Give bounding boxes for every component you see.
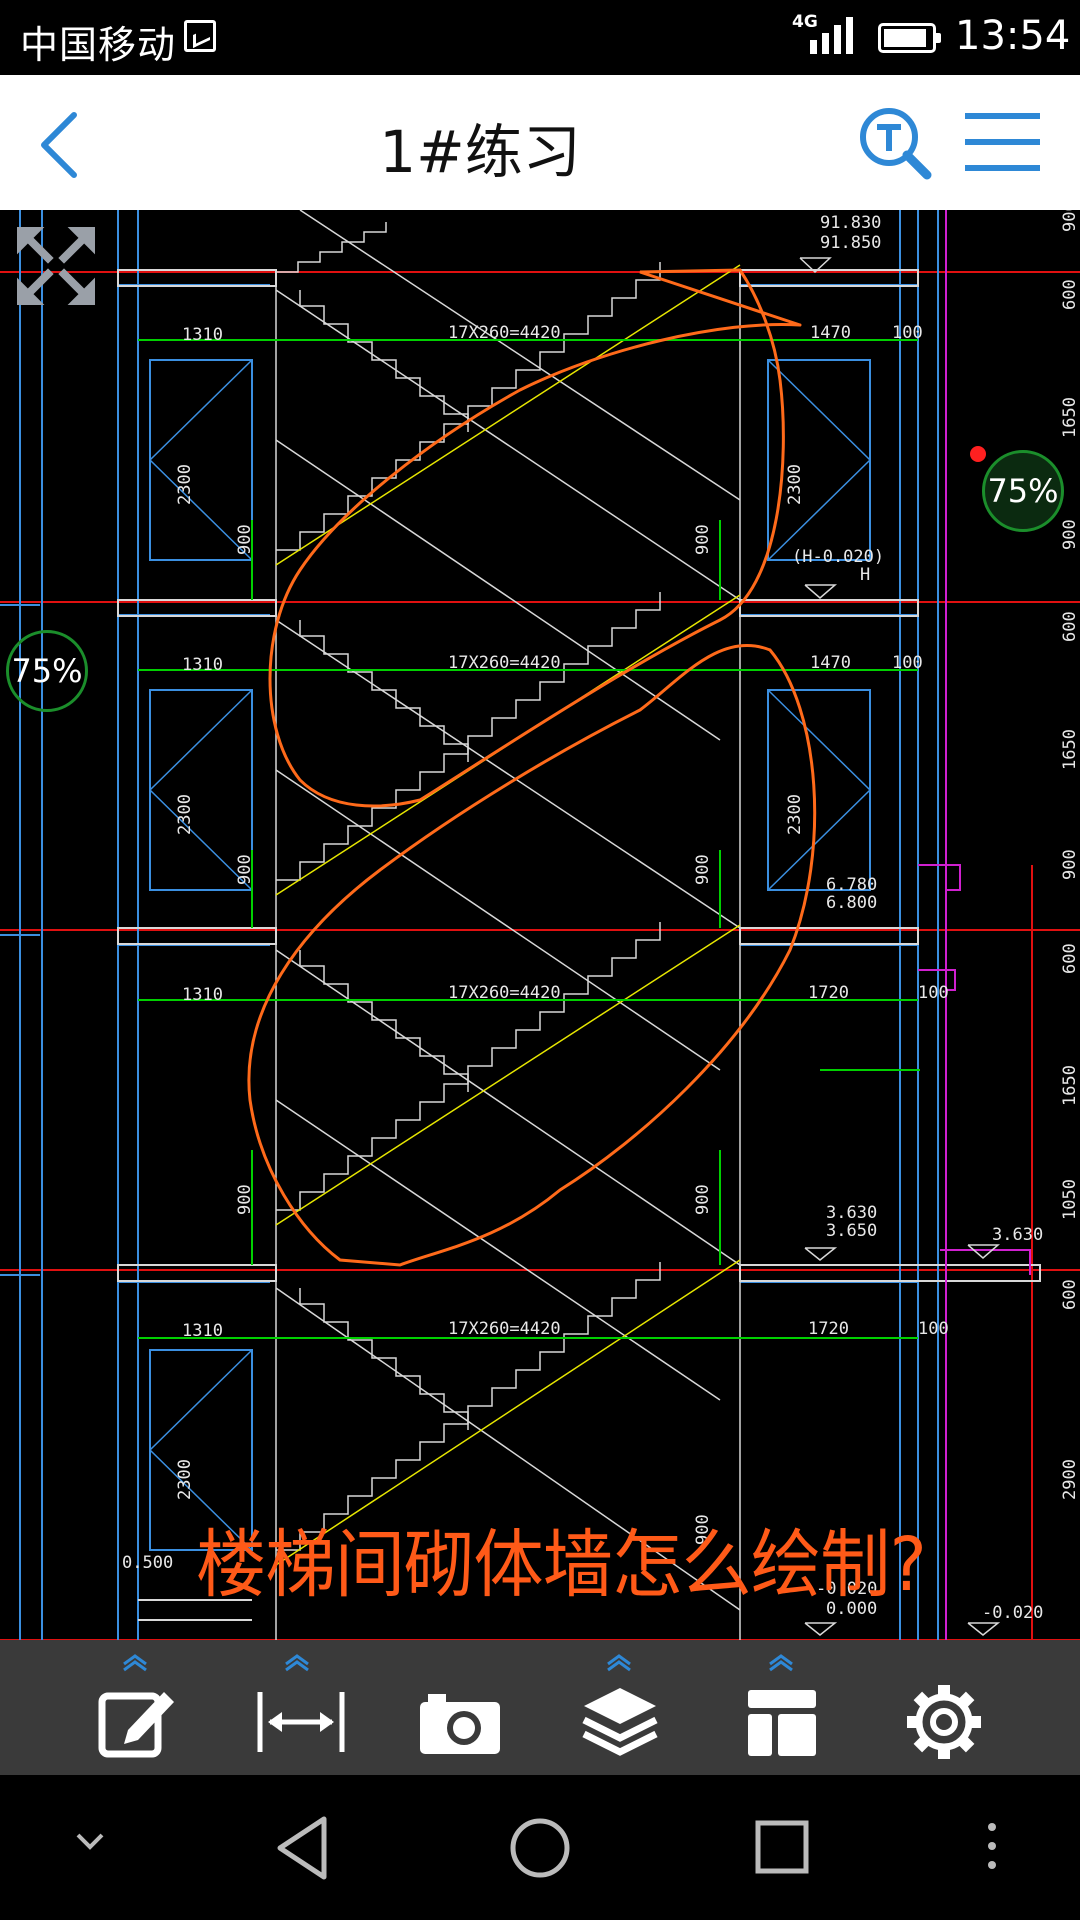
- settings-tool-button[interactable]: [884, 1654, 1004, 1764]
- edit-icon: [98, 1692, 174, 1758]
- dim-label: 900: [1060, 519, 1080, 550]
- measure-tool-button[interactable]: [238, 1654, 358, 1764]
- chevron-up-icon: [607, 1654, 631, 1672]
- battery-icon: [878, 23, 941, 53]
- layers-icon: [582, 1688, 658, 1756]
- elevation-label: 91.850: [820, 233, 881, 253]
- dim-label: 900: [235, 1184, 255, 1215]
- elevation-label: 6.780: [826, 875, 877, 895]
- dim-label: 100: [918, 1319, 949, 1339]
- collapse-icon[interactable]: [70, 1827, 110, 1857]
- dim-label: 100: [892, 323, 923, 343]
- camera-icon: [420, 1694, 500, 1754]
- app-bar: 1#练习: [0, 75, 1080, 210]
- system-nav-bar: [0, 1775, 1080, 1920]
- dim-label: 2300: [175, 464, 195, 505]
- cad-drawing[interactable]: 1310 17X260=4420 1470 100 1310 17X260=44…: [0, 210, 1080, 1640]
- image-notification-icon: [184, 20, 216, 52]
- layout-icon: [748, 1690, 816, 1756]
- dim-label: 900: [235, 854, 255, 885]
- signal-icon: [810, 17, 853, 54]
- drawing-canvas[interactable]: 1310 17X260=4420 1470 100 1310 17X260=44…: [0, 210, 1080, 1640]
- camera-tool-button[interactable]: [400, 1654, 520, 1764]
- stair-spec-label: 17X260=4420: [448, 323, 561, 343]
- dim-label: 600: [1060, 279, 1080, 310]
- stair-spec-label: 17X260=4420: [448, 653, 561, 673]
- elevation-label: H: [860, 565, 870, 585]
- elevation-label: 3.650: [826, 1221, 877, 1241]
- dim-label: 900: [693, 1184, 713, 1215]
- annotation-question-text: 楼梯间砌体墙怎么绘制?: [196, 1522, 927, 1608]
- home-circle-icon[interactable]: [508, 1813, 572, 1883]
- status-bar: 中国移动 4G 13:54: [0, 0, 1080, 75]
- fullscreen-icon[interactable]: [14, 224, 98, 308]
- dim-label: 2900: [1060, 1459, 1080, 1500]
- dim-label: 1720: [808, 1319, 849, 1339]
- carrier-label: 中国移动: [20, 23, 177, 67]
- dim-label: 1470: [810, 323, 851, 343]
- bottom-toolbar: [0, 1640, 1080, 1775]
- back-triangle-icon[interactable]: [272, 1813, 332, 1883]
- stair-spec-label: 17X260=4420: [448, 983, 561, 1003]
- chevron-up-icon: [123, 1654, 147, 1672]
- dim-label: 1310: [182, 985, 223, 1005]
- dim-label: 1310: [182, 1321, 223, 1341]
- dim-label: 900: [693, 854, 713, 885]
- stair-spec-label: 17X260=4420: [448, 1319, 561, 1339]
- dim-label: 1720: [808, 983, 849, 1003]
- dim-label: 900: [693, 524, 713, 555]
- dim-label: 900: [1060, 849, 1080, 880]
- dim-label: 1310: [182, 325, 223, 345]
- recents-square-icon[interactable]: [752, 1813, 812, 1883]
- dim-label: 2300: [785, 464, 805, 505]
- edit-tool-button[interactable]: [76, 1654, 196, 1764]
- elevation-label: 0.500: [122, 1553, 173, 1573]
- dim-label: 600: [1060, 1279, 1080, 1310]
- elevation-label: 3.630: [826, 1203, 877, 1223]
- elevation-label: (H-0.020): [792, 547, 884, 567]
- dim-label: 2300: [175, 1459, 195, 1500]
- elevation-label: 3.630: [992, 1225, 1043, 1245]
- dim-label: 100: [918, 983, 949, 1003]
- page-title: 1#练习: [379, 118, 581, 186]
- dim-label: 100: [892, 653, 923, 673]
- measure-icon: [257, 1692, 345, 1752]
- chevron-up-icon: [769, 1654, 793, 1672]
- dim-label: 1050: [1060, 1179, 1080, 1220]
- dim-label: 600: [1060, 943, 1080, 974]
- hamburger-menu-icon[interactable]: [965, 111, 1040, 173]
- dim-label: 600: [1060, 611, 1080, 642]
- dim-label: 1470: [810, 653, 851, 673]
- elevation-label: 91.830: [820, 213, 881, 233]
- dim-label: 2300: [785, 794, 805, 835]
- notification-dot: [970, 446, 986, 462]
- dim-label: 1650: [1060, 1065, 1080, 1106]
- clock: 13:54: [955, 13, 1071, 59]
- dim-label: 1650: [1060, 397, 1080, 438]
- dim-label: 1650: [1060, 729, 1080, 770]
- elevation-label: 6.800: [826, 893, 877, 913]
- elevation-label: -0.020: [982, 1603, 1043, 1623]
- zoom-indicator[interactable]: 75%: [6, 630, 88, 712]
- more-dots-icon[interactable]: [980, 1813, 1004, 1883]
- dim-label: 2300: [175, 794, 195, 835]
- dim-label: 900: [1060, 210, 1080, 232]
- dim-label: 1310: [182, 655, 223, 675]
- chevron-up-icon: [285, 1654, 309, 1672]
- t-search-icon[interactable]: [855, 103, 935, 183]
- dim-label: 900: [235, 524, 255, 555]
- freehand-annotation: [247, 268, 817, 1267]
- zoom-indicator[interactable]: 75%: [982, 450, 1064, 532]
- layers-tool-button[interactable]: [560, 1654, 680, 1764]
- layout-tool-button[interactable]: [722, 1654, 842, 1764]
- settings-icon: [907, 1685, 981, 1759]
